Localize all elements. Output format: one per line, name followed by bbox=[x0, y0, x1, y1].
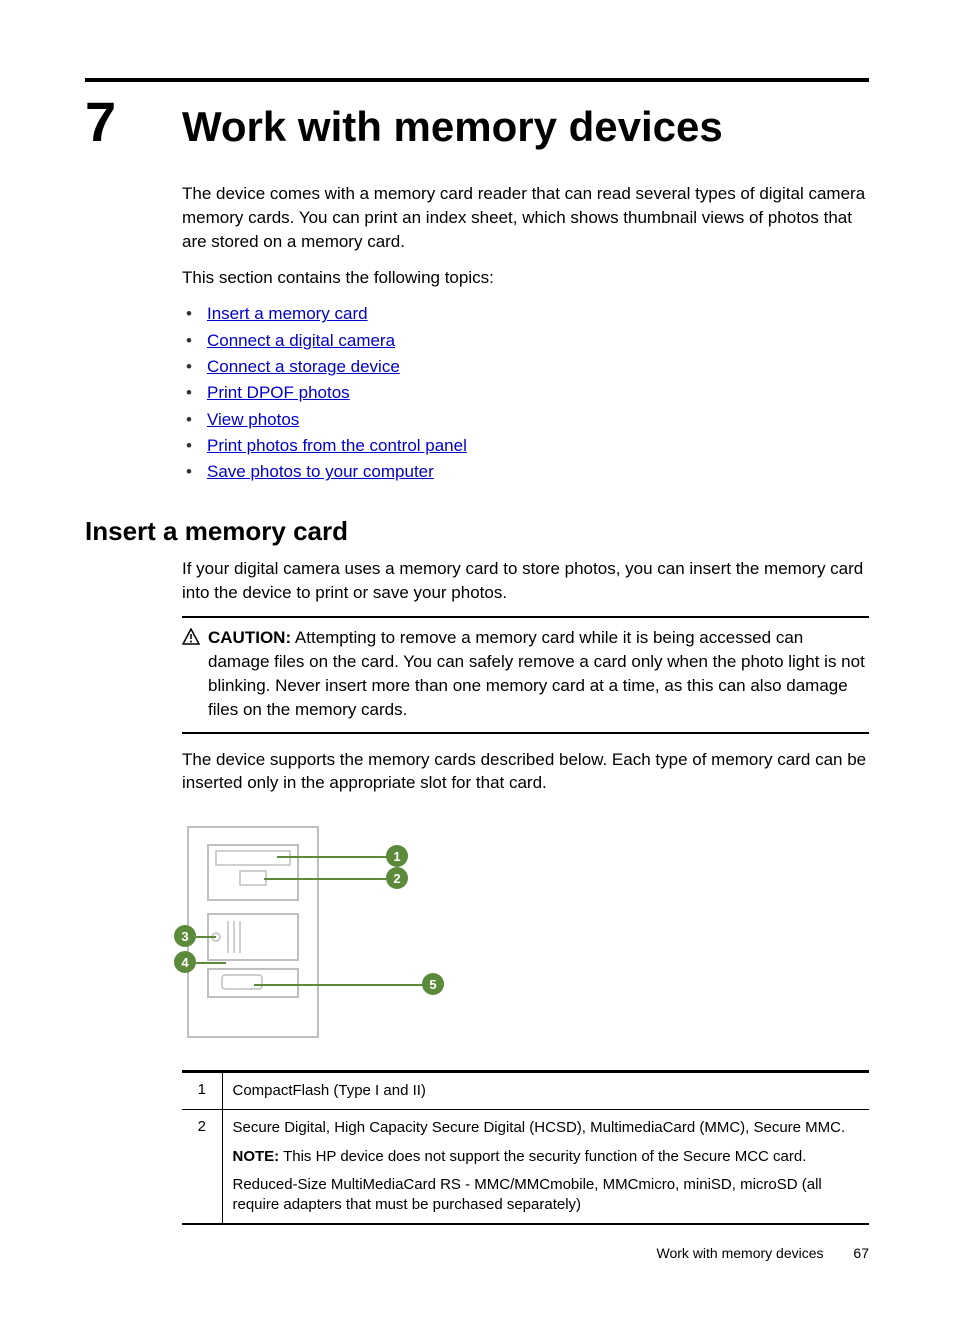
diagram-callout-2: 2 bbox=[386, 867, 408, 889]
table-row: 1 CompactFlash (Type I and II) bbox=[182, 1073, 869, 1110]
chapter-header: 7 Work with memory devices bbox=[85, 94, 869, 150]
topic-link-connect-storage-device[interactable]: Connect a storage device bbox=[207, 357, 400, 376]
diagram-callout-1: 1 bbox=[386, 845, 408, 867]
footer-title: Work with memory devices bbox=[657, 1245, 824, 1261]
topics-intro: This section contains the following topi… bbox=[182, 266, 869, 290]
page-footer: Work with memory devices 67 bbox=[657, 1245, 869, 1261]
intro-paragraph: The device comes with a memory card read… bbox=[182, 182, 869, 253]
caution-icon bbox=[182, 628, 200, 651]
section-heading-insert-memory-card: Insert a memory card bbox=[85, 516, 869, 547]
note-label: NOTE: bbox=[233, 1148, 280, 1165]
section-p1: If your digital camera uses a memory car… bbox=[182, 557, 869, 605]
caution-callout: CAUTION: Attempting to remove a memory c… bbox=[182, 616, 869, 733]
diagram-callout-4: 4 bbox=[174, 951, 196, 973]
topic-link-save-photos-computer[interactable]: Save photos to your computer bbox=[207, 462, 434, 481]
topic-link-print-photos-control-panel[interactable]: Print photos from the control panel bbox=[207, 436, 467, 455]
diagram-callout-5: 5 bbox=[422, 973, 444, 995]
card-slots-svg bbox=[182, 817, 352, 1042]
topic-link-insert-memory-card[interactable]: Insert a memory card bbox=[207, 304, 368, 323]
caution-text-block: CAUTION: Attempting to remove a memory c… bbox=[208, 626, 869, 721]
caution-body: Attempting to remove a memory card while… bbox=[208, 628, 865, 718]
caution-label: CAUTION: bbox=[208, 628, 291, 647]
topic-link-connect-digital-camera[interactable]: Connect a digital camera bbox=[207, 331, 395, 350]
callout-line-2 bbox=[264, 878, 387, 880]
callout-line-5 bbox=[254, 984, 424, 986]
table-cell-desc-2: Secure Digital, High Capacity Secure Dig… bbox=[222, 1110, 869, 1224]
table-cell-num-2: 2 bbox=[182, 1110, 222, 1224]
topic-link-print-dpof-photos[interactable]: Print DPOF photos bbox=[207, 383, 350, 402]
table-cell-desc-1: CompactFlash (Type I and II) bbox=[222, 1073, 869, 1110]
topic-link-view-photos[interactable]: View photos bbox=[207, 410, 299, 429]
table-row: 2 Secure Digital, High Capacity Secure D… bbox=[182, 1110, 869, 1224]
topics-list: Insert a memory card Connect a digital c… bbox=[182, 301, 869, 485]
chapter-title: Work with memory devices bbox=[182, 104, 723, 150]
callout-line-1 bbox=[277, 856, 387, 858]
page-top-rule bbox=[85, 78, 869, 82]
callout-line-3 bbox=[196, 936, 216, 938]
callout-line-4 bbox=[196, 962, 226, 964]
memory-card-diagram: 1 2 3 4 5 bbox=[182, 817, 452, 1042]
chapter-number: 7 bbox=[85, 94, 182, 150]
footer-page-number: 67 bbox=[853, 1245, 869, 1261]
card-table: 1 CompactFlash (Type I and II) 2 Secure … bbox=[182, 1070, 869, 1225]
table-cell-num-1: 1 bbox=[182, 1073, 222, 1110]
section-p2: The device supports the memory cards des… bbox=[182, 748, 869, 796]
note-text: This HP device does not support the secu… bbox=[283, 1148, 806, 1165]
diagram-callout-3: 3 bbox=[174, 925, 196, 947]
